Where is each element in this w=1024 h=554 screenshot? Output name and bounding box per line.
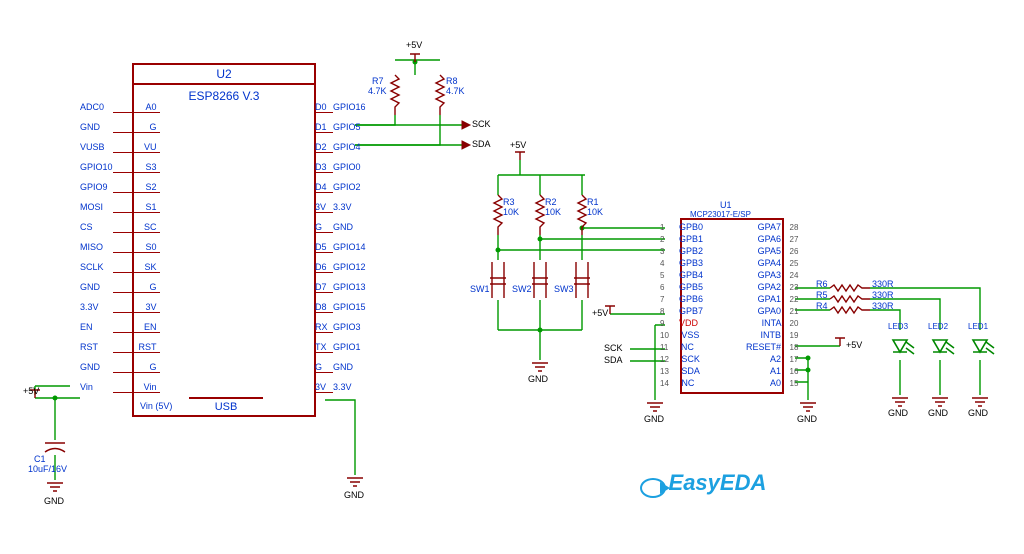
gnd-c1: GND bbox=[44, 496, 64, 506]
u2-pins-right: D0 GPIO16 D1 GPIO5 D2 GPIO4 D3 GPIO0 D4 … bbox=[315, 102, 385, 402]
sw3-ref: SW3 bbox=[554, 284, 574, 294]
u2-title: ESP8266 V.3 bbox=[134, 85, 314, 107]
r6-val: 330R bbox=[872, 279, 894, 289]
gnd-esp: GND bbox=[344, 490, 364, 500]
r8-ref: R8 bbox=[446, 76, 458, 86]
led1-ref: LED1 bbox=[968, 322, 988, 331]
gnd-vss: GND bbox=[644, 414, 664, 424]
gnd-addr: GND bbox=[797, 414, 817, 424]
cloud-arrow-icon bbox=[640, 478, 666, 498]
gnd-sw: GND bbox=[528, 374, 548, 384]
r2-val: 10K bbox=[545, 207, 561, 217]
u2-ref: U2 bbox=[134, 65, 314, 85]
r7-val: 4.7K bbox=[368, 86, 387, 96]
r1-val: 10K bbox=[587, 207, 603, 217]
gnd-led2: GND bbox=[928, 408, 948, 418]
gnd-led1: GND bbox=[968, 408, 988, 418]
r1-ref: R1 bbox=[587, 197, 599, 207]
r8-val: 4.7K bbox=[446, 86, 465, 96]
r4-ref: R4 bbox=[816, 301, 828, 311]
r2-ref: R2 bbox=[545, 197, 557, 207]
r4-val: 330R bbox=[872, 301, 894, 311]
power-5v-vin: +5V bbox=[23, 386, 39, 396]
power-5v-reset: +5V bbox=[846, 340, 862, 350]
sw2-ref: SW2 bbox=[512, 284, 532, 294]
u2-esp8266: U2 ESP8266 V.3 USB Vin (5V) bbox=[132, 63, 316, 417]
u2-vin5v: Vin (5V) bbox=[140, 401, 172, 411]
easyeda-logo: EasyEDA bbox=[640, 470, 766, 498]
u1-pins-left: 1 GPB0 2 GPB1 3 GPB2 4 GPB3 5 GPB4 6 GPB… bbox=[660, 222, 703, 390]
logo-text: EasyEDA bbox=[669, 470, 767, 495]
net-sck-mcp: SCK bbox=[604, 343, 623, 353]
power-5v-sw: +5V bbox=[510, 140, 526, 150]
led3-ref: LED3 bbox=[888, 322, 908, 331]
r3-ref: R3 bbox=[503, 197, 515, 207]
r7-ref: R7 bbox=[372, 76, 384, 86]
sw1-ref: SW1 bbox=[470, 284, 490, 294]
u1-ref: U1 bbox=[720, 200, 732, 210]
power-5v-r78: +5V bbox=[406, 40, 422, 50]
u1-pins-right: GPA7 28 GPA6 27 GPA5 26 GPA4 25 GPA3 24 … bbox=[746, 222, 798, 390]
r6-ref: R6 bbox=[816, 279, 828, 289]
net-sda-d2: SDA bbox=[472, 139, 491, 149]
r5-ref: R5 bbox=[816, 290, 828, 300]
net-sda-mcp: SDA bbox=[604, 355, 623, 365]
r5-val: 330R bbox=[872, 290, 894, 300]
c1-val: 10uF/16V bbox=[28, 464, 67, 474]
power-5v-vdd: +5V bbox=[592, 308, 608, 318]
net-sck-d1: SCK bbox=[472, 119, 491, 129]
gnd-led3: GND bbox=[888, 408, 908, 418]
u1-part: MCP23017-E/SP bbox=[690, 210, 751, 219]
u2-usb: USB bbox=[189, 397, 263, 415]
r3-val: 10K bbox=[503, 207, 519, 217]
c1-ref: C1 bbox=[34, 454, 46, 464]
led2-ref: LED2 bbox=[928, 322, 948, 331]
u2-pins-left: ADC0 A0 GND G VUSB VU GPIO10 S3 GPIO9 S2… bbox=[80, 102, 160, 402]
